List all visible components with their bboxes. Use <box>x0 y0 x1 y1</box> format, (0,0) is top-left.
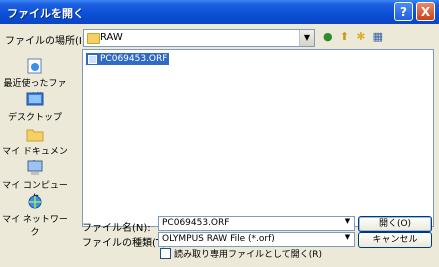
place-label: デスクトップ <box>7 113 62 123</box>
readonly-label: 読み取り専用ファイルとして開く(R) <box>174 250 323 260</box>
my-computer-icon <box>25 160 45 176</box>
file-name: PC069453.ORF <box>100 54 168 64</box>
recent-files-icon <box>25 58 45 74</box>
window-title: ファイルを開く <box>7 7 84 20</box>
new-folder-icon[interactable]: ✱ <box>356 30 365 43</box>
file-icon <box>88 55 97 64</box>
folder-icon <box>87 33 100 44</box>
place-my-network[interactable]: マイ ネットワーク <box>2 194 68 238</box>
look-in-label: ファイルの場所(I): <box>5 36 90 47</box>
place-desktop[interactable]: デスクトップ <box>2 92 68 123</box>
filename-label: ファイル名(N): <box>82 223 151 234</box>
filename-field[interactable]: PC069453.ORF ▼ <box>158 216 355 231</box>
title-bar[interactable]: ファイルを開く ? X <box>0 0 439 24</box>
help-button[interactable]: ? <box>394 2 413 21</box>
my-network-icon <box>25 194 45 210</box>
filetype-select[interactable]: OLYMPUS RAW File (*.orf) ▼ <box>158 232 355 247</box>
views-menu-icon[interactable]: ▦ <box>373 30 383 43</box>
filetype-label: ファイルの種類(T): <box>82 238 170 249</box>
cancel-button[interactable]: キャンセル <box>358 232 432 248</box>
place-label: マイ ネットワーク <box>2 215 68 238</box>
look-in-value: RAW <box>100 32 123 43</box>
back-icon[interactable]: ● <box>323 30 333 43</box>
desktop-icon <box>25 92 45 108</box>
filename-value: PC069453.ORF <box>162 218 230 228</box>
up-folder-icon[interactable]: ⬆ <box>340 30 349 43</box>
file-list[interactable]: PC069453.ORF <box>82 49 434 227</box>
list-item[interactable]: PC069453.ORF <box>86 53 170 65</box>
places-bar: 最近使ったファイル デスクトップ マイ ドキュメント マイ コンピュータ マイ … <box>2 50 68 238</box>
checkbox-box[interactable] <box>160 248 171 259</box>
my-documents-icon <box>25 126 45 142</box>
close-button[interactable]: X <box>416 2 435 21</box>
look-in-combo[interactable]: RAW ▼ <box>83 29 315 47</box>
chevron-down-icon[interactable]: ▼ <box>341 233 354 246</box>
chevron-down-icon[interactable]: ▼ <box>299 30 314 46</box>
chevron-down-icon[interactable]: ▼ <box>341 217 354 230</box>
nav-toolbar: ● ⬆ ✱ ▦ <box>323 30 387 43</box>
open-file-dialog: ファイルを開く ? X ファイルの場所(I): RAW ▼ ● ⬆ ✱ ▦ 最近… <box>0 0 439 267</box>
open-button[interactable]: 開く(O) <box>358 216 432 232</box>
filetype-value: OLYMPUS RAW File (*.orf) <box>162 234 275 244</box>
